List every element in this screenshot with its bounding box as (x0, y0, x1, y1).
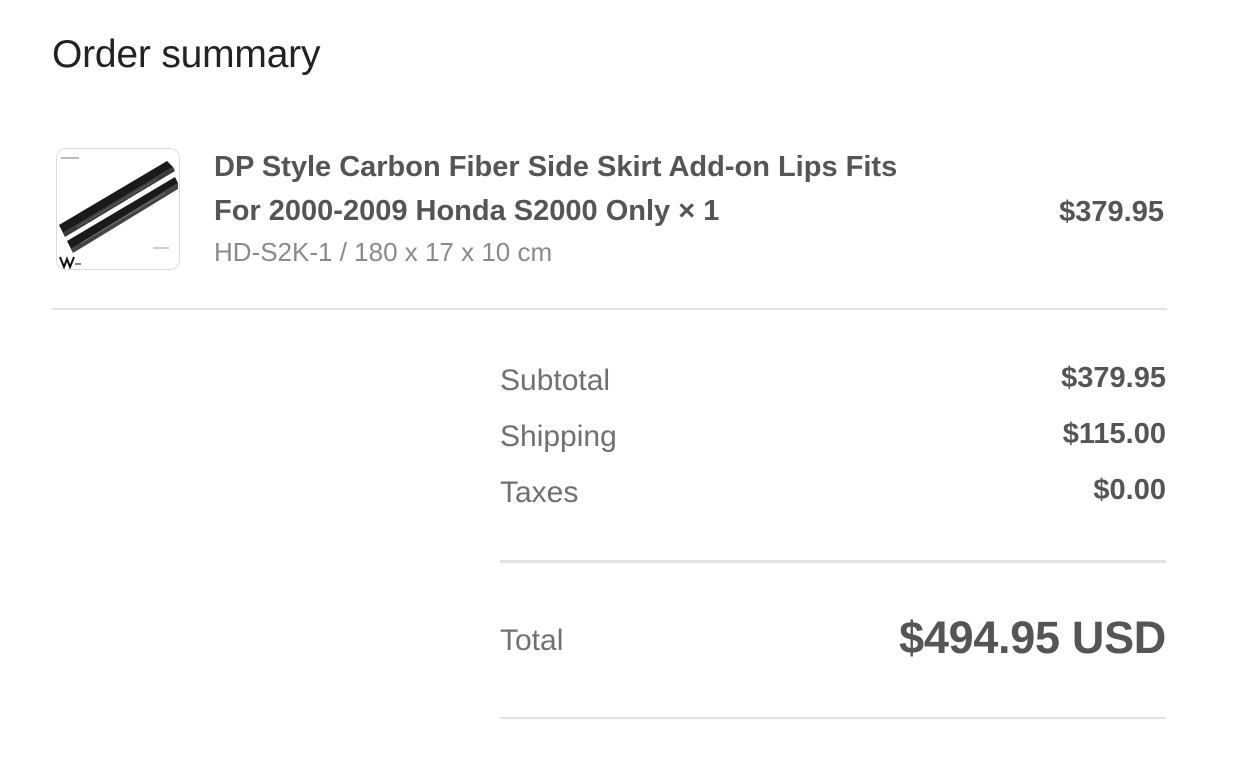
divider (500, 717, 1166, 719)
page-title: Order summary (52, 33, 321, 76)
total-label: Total (500, 624, 564, 657)
side-skirt-product-image (57, 149, 179, 269)
product-thumbnail (56, 148, 180, 270)
subtotal-value: $379.95 (1061, 362, 1166, 394)
item-variant: HD-S2K-1 / 180 x 17 x 10 cm (214, 237, 553, 267)
shipping-label: Shipping (500, 420, 617, 453)
divider (52, 308, 1167, 310)
item-price: $379.95 (1059, 196, 1164, 228)
totals-section: Subtotal $379.95 Shipping $115.00 Taxes … (500, 360, 1166, 528)
item-info: DP Style Carbon Fiber Side Skirt Add-on … (214, 146, 1004, 269)
shipping-row: Shipping $115.00 (500, 416, 1166, 472)
subtotal-label: Subtotal (500, 364, 611, 397)
item-title: DP Style Carbon Fiber Side Skirt Add-on … (214, 145, 1004, 233)
subtotal-row: Subtotal $379.95 (500, 360, 1166, 416)
taxes-value: $0.00 (1093, 474, 1166, 506)
total-value: $494.95 USD (899, 612, 1166, 663)
taxes-row: Taxes $0.00 (500, 472, 1166, 528)
taxes-label: Taxes (500, 476, 579, 509)
divider (500, 560, 1166, 563)
item-title-line-1: DP Style Carbon Fiber Side Skirt Add-on … (214, 151, 898, 183)
shipping-value: $115.00 (1062, 418, 1166, 450)
line-item: DP Style Carbon Fiber Side Skirt Add-on … (52, 146, 1166, 272)
item-title-line-2: For 2000-2009 Honda S2000 Only × 1 (214, 195, 720, 227)
